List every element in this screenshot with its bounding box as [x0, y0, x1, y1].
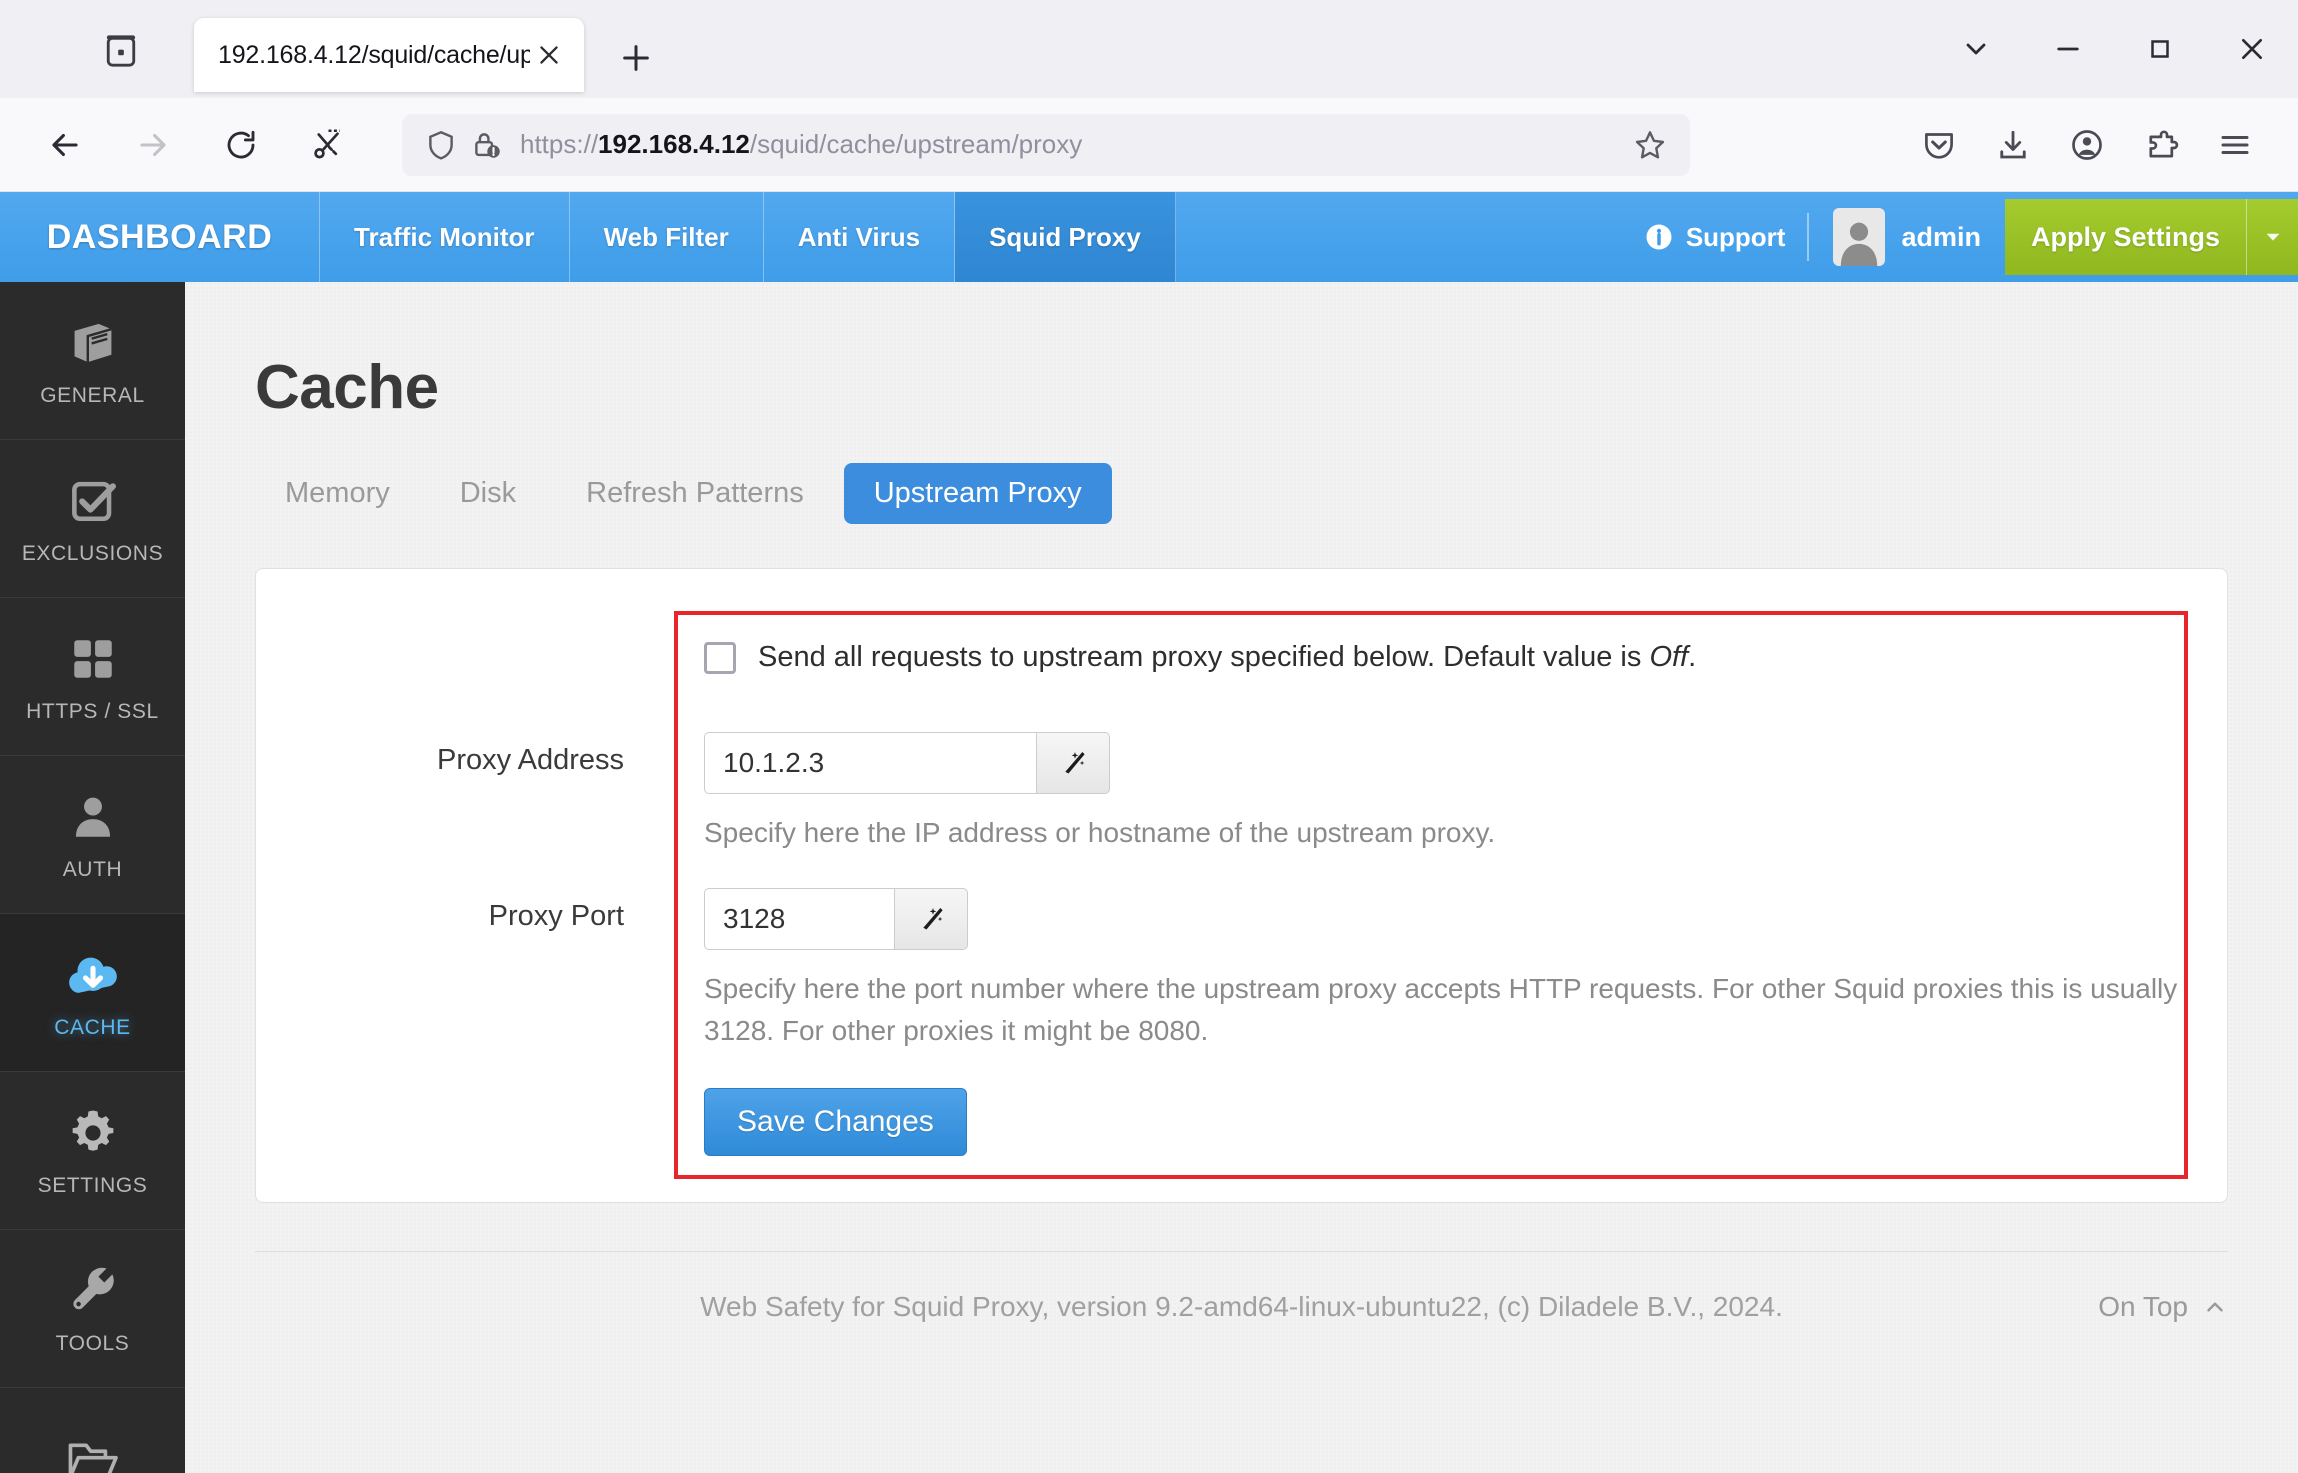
- user-box[interactable]: admin: [1809, 208, 2005, 266]
- footer-version-text: Web Safety for Squid Proxy, version 9.2-…: [700, 1290, 1783, 1322]
- cloud-download-icon: [64, 947, 122, 1003]
- app-body: GENERAL EXCLUSIONS HTTPS / SSL AUTH CACH…: [0, 282, 2298, 1473]
- download-icon[interactable]: [1976, 108, 2050, 182]
- tab-close-icon[interactable]: [530, 36, 568, 74]
- topnav-item-anti-virus[interactable]: Anti Virus: [764, 192, 956, 282]
- magic-wand-icon[interactable]: [894, 888, 968, 950]
- proxy-address-row: Proxy Address Specify here the IP addres…: [437, 732, 2227, 854]
- scissors-icon[interactable]: [290, 108, 364, 182]
- proxy-port-input-group: [704, 888, 2227, 950]
- toolbar-right-icons: [1902, 108, 2298, 182]
- maximize-icon[interactable]: [2114, 0, 2206, 98]
- url-scheme: https://: [520, 129, 599, 159]
- support-label: Support: [1685, 221, 1786, 252]
- back-icon[interactable]: [28, 108, 102, 182]
- proxy-address-input[interactable]: [704, 732, 1036, 794]
- info-icon: [1644, 222, 1674, 252]
- proxy-address-help: Specify here the IP address or hostname …: [704, 817, 1496, 848]
- save-changes-button[interactable]: Save Changes: [704, 1088, 967, 1156]
- url-path: /squid/cache/upstream/proxy: [749, 129, 1083, 159]
- sidebar-label-auth: AUTH: [62, 858, 123, 881]
- page-footer: Web Safety for Squid Proxy, version 9.2-…: [255, 1251, 2228, 1361]
- sidebar-item-cache[interactable]: CACHE: [0, 914, 185, 1072]
- tab-strip: 192.168.4.12/squid/cache/upstream/: [0, 0, 2298, 98]
- sidebar-label-https-ssl: HTTPS / SSL: [26, 700, 159, 723]
- grid-squares-icon: [68, 631, 118, 687]
- app-sidebar: GENERAL EXCLUSIONS HTTPS / SSL AUTH CACH…: [0, 282, 185, 1473]
- apply-settings-button[interactable]: Apply Settings: [2004, 199, 2246, 275]
- sidebar-item-https-ssl[interactable]: HTTPS / SSL: [0, 598, 185, 756]
- brand-dashboard[interactable]: DASHBOARD: [0, 192, 320, 282]
- sidebar-item-settings[interactable]: SETTINGS: [0, 1072, 185, 1230]
- proxy-port-label: Proxy Port: [488, 900, 624, 932]
- tab-list-icon[interactable]: [90, 20, 152, 82]
- topnav-item-squid-proxy[interactable]: Squid Proxy: [955, 192, 1176, 282]
- wrench-icon: [66, 1263, 120, 1319]
- new-tab-icon[interactable]: [608, 30, 664, 86]
- sidebar-item-auth[interactable]: AUTH: [0, 756, 185, 914]
- sidebar-label-settings: SETTINGS: [37, 1174, 148, 1197]
- sidebar-item-exclusions[interactable]: EXCLUSIONS: [0, 440, 185, 598]
- username-label: admin: [1901, 221, 1981, 252]
- sidebar-label-cache: CACHE: [54, 1016, 131, 1039]
- hamburger-menu-icon[interactable]: [2198, 108, 2272, 182]
- app-top-nav: DASHBOARD Traffic Monitor Web Filter Ant…: [0, 192, 2298, 282]
- proxy-port-row: Proxy Port Specify here the port number …: [489, 888, 2227, 1156]
- extension-icon[interactable]: [2124, 108, 2198, 182]
- tab-upstream-proxy[interactable]: Upstream Proxy: [843, 463, 1112, 524]
- book-icon: [65, 315, 121, 371]
- proxy-address-label: Proxy Address: [437, 744, 624, 776]
- url-text: https://192.168.4.12/squid/cache/upstrea…: [520, 129, 1632, 160]
- proxy-port-input[interactable]: [704, 888, 894, 950]
- user-avatar-icon: [1833, 208, 1886, 266]
- account-icon[interactable]: [2050, 108, 2124, 182]
- browser-window: 192.168.4.12/squid/cache/upstream/: [0, 0, 2298, 1473]
- pocket-icon[interactable]: [1902, 108, 1976, 182]
- forward-icon[interactable]: [116, 108, 190, 182]
- window-close-icon[interactable]: [2206, 0, 2298, 98]
- support-button[interactable]: Support: [1622, 222, 1808, 253]
- tab-disk[interactable]: Disk: [430, 463, 546, 524]
- sidebar-item-logs[interactable]: [0, 1388, 185, 1473]
- folder-open-icon: [65, 1432, 121, 1473]
- topnav-right: Support admin Apply Settings: [1622, 192, 2298, 282]
- topnav-item-web-filter[interactable]: Web Filter: [570, 192, 764, 282]
- url-host: 192.168.4.12: [598, 129, 750, 159]
- checkbox-check-icon: [66, 473, 120, 529]
- sidebar-label-tools: TOOLS: [55, 1332, 130, 1355]
- window-controls: [1930, 0, 2298, 98]
- page-tabs: Memory Disk Refresh Patterns Upstream Pr…: [255, 463, 2298, 524]
- sidebar-label-exclusions: EXCLUSIONS: [21, 542, 164, 565]
- browser-tab[interactable]: 192.168.4.12/squid/cache/upstream/: [194, 18, 584, 92]
- page-title: Cache: [255, 353, 439, 422]
- apply-settings-caret-icon[interactable]: [2246, 199, 2298, 275]
- web-app: DASHBOARD Traffic Monitor Web Filter Ant…: [0, 192, 2298, 1473]
- chevron-down-icon[interactable]: [1930, 0, 2022, 98]
- tab-title: 192.168.4.12/squid/cache/upstream/: [218, 40, 530, 69]
- person-icon: [68, 789, 118, 845]
- settings-card: Send all requests to upstream proxy spec…: [255, 568, 2228, 1203]
- tab-memory[interactable]: Memory: [255, 463, 420, 524]
- sidebar-item-tools[interactable]: TOOLS: [0, 1230, 185, 1388]
- sidebar-item-general[interactable]: GENERAL: [0, 282, 185, 440]
- navigation-toolbar: https://192.168.4.12/squid/cache/upstrea…: [0, 98, 2298, 192]
- proxy-port-help: Specify here the port number where the u…: [704, 973, 2178, 1046]
- lock-warning-icon[interactable]: [470, 128, 504, 162]
- magic-wand-icon[interactable]: [1036, 732, 1110, 794]
- minimize-icon[interactable]: [2022, 0, 2114, 98]
- tab-refresh-patterns[interactable]: Refresh Patterns: [556, 463, 834, 524]
- apply-settings-group: Apply Settings: [2004, 192, 2298, 282]
- page-content: Cache Memory Disk Refresh Patterns Upstr…: [185, 282, 2298, 1473]
- shield-icon[interactable]: [424, 128, 458, 162]
- gear-icon: [67, 1105, 119, 1161]
- bookmark-star-icon[interactable]: [1632, 127, 1668, 163]
- proxy-address-input-group: [704, 732, 1495, 794]
- reload-icon[interactable]: [204, 108, 278, 182]
- url-bar[interactable]: https://192.168.4.12/squid/cache/upstrea…: [402, 113, 1690, 176]
- topnav-item-traffic-monitor[interactable]: Traffic Monitor: [320, 192, 570, 282]
- sidebar-label-general: GENERAL: [40, 384, 145, 407]
